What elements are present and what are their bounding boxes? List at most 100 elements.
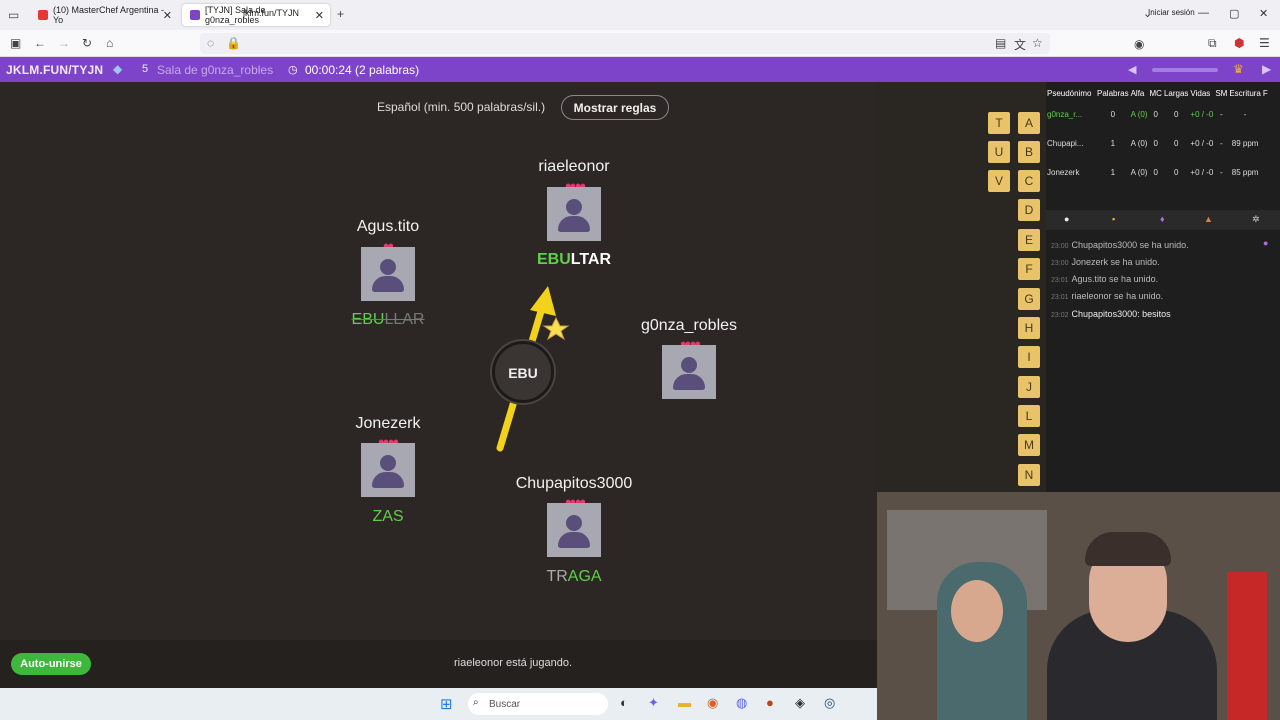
player-word: EBULTAR — [536, 251, 612, 268]
volume-slider[interactable] — [1152, 68, 1218, 72]
room-name: Sala de g0nza_robles — [157, 63, 274, 77]
letter-tile: N — [1018, 464, 1040, 486]
tab-list-icon[interactable]: ▭ — [8, 8, 19, 22]
tab-masterchef[interactable]: (10) MasterChef Argentina - Yo ✕ — [30, 4, 178, 26]
back-icon[interactable]: ← — [34, 36, 46, 50]
chat-message: 23:01 riaeleonor se ha unido. — [1051, 291, 1164, 301]
discord-icon[interactable]: ◍ — [736, 695, 747, 711]
avatar — [547, 187, 601, 241]
navigation-bar: ▣ ← → ↻ ⌂ ◌ 🔒 ▤ 文 ☆ ◉ ⧉ ⬢ ☰ — [0, 30, 1280, 57]
player-name: riaeleonor — [538, 158, 610, 175]
table-cell: A (0) — [1130, 110, 1148, 119]
face-left — [951, 580, 1003, 642]
account-icon[interactable]: ◉ — [1134, 37, 1144, 51]
search-placeholder: Buscar — [489, 699, 521, 710]
letter-tile: U — [988, 141, 1010, 163]
extensions-icon[interactable]: ⧉ — [1208, 36, 1217, 51]
column-header[interactable]: F — [1262, 86, 1269, 100]
close-icon[interactable]: ✕ — [163, 9, 172, 22]
folder-icon[interactable]: ▬ — [678, 695, 691, 710]
show-rules-button[interactable]: Mostrar reglas — [561, 95, 669, 120]
column-header[interactable]: Alfa — [1130, 86, 1149, 100]
maximize-icon[interactable]: ▢ — [1229, 7, 1239, 20]
status-bar — [0, 640, 877, 688]
column-header[interactable]: SM — [1214, 86, 1228, 100]
chat-message: 23:01 Agus.tito se ha unido. — [1051, 274, 1159, 284]
column-header[interactable]: Palabras — [1096, 86, 1130, 100]
reload-icon[interactable]: ↻ — [82, 36, 92, 50]
steam-icon[interactable]: ◎ — [824, 695, 835, 711]
column-header[interactable]: Vidas — [1189, 86, 1214, 100]
signin-button[interactable]: Iniciar sesión — [1148, 8, 1195, 17]
url-text[interactable]: jklm.fun/TYJN — [243, 8, 299, 18]
globe-icon: ◆ — [113, 62, 123, 76]
reader-icon[interactable]: ▤ — [995, 36, 1006, 50]
avatar — [662, 345, 716, 399]
app-icon-circle[interactable]: ◐ — [620, 695, 628, 710]
letter-tile: H — [1018, 317, 1040, 339]
letter-tile: C — [1018, 170, 1040, 192]
letter-tile: T — [988, 112, 1010, 134]
bomb: EBU — [492, 341, 554, 403]
app-icon-dark[interactable]: ◈ — [795, 695, 805, 711]
settings-icon[interactable]: ✲ — [1252, 214, 1260, 225]
avatar — [361, 443, 415, 497]
copilot-icon[interactable]: ✦ — [648, 695, 659, 711]
letter-tile: G — [1018, 288, 1040, 310]
lock-icon[interactable]: 🔒 — [226, 36, 241, 50]
table-cell: +0 / -0 — [1190, 168, 1214, 177]
letter-tile: F — [1018, 258, 1040, 280]
volume-icon[interactable]: ◀ — [1128, 63, 1136, 76]
home-icon[interactable]: ⌂ — [106, 36, 113, 50]
site-title[interactable]: JKLM.FUN/TYJN — [6, 63, 103, 77]
player-count: 5 — [142, 63, 149, 75]
player-name: Chupapitos3000 — [515, 475, 633, 492]
player-stats-table: Pseudónimo Palabras Alfa MC Largas Vidas… — [1046, 86, 1269, 187]
game-header: JKLM.FUN/TYJN ◆ 5 Sala de g0nza_robles ◷… — [0, 57, 1280, 82]
player-word: ZAS — [372, 508, 404, 525]
close-icon[interactable]: ✕ — [315, 9, 324, 22]
close-window-icon[interactable]: ✕ — [1259, 7, 1268, 20]
menu-icon[interactable]: ☰ — [1259, 36, 1270, 50]
crown-icon[interactable]: ♛ — [1233, 62, 1244, 76]
table-cell: 0 — [1173, 139, 1179, 148]
players-icon[interactable]: ▪ — [1112, 214, 1115, 224]
chat-icon[interactable]: ● — [1064, 214, 1069, 224]
firefox-icon[interactable]: ◉ — [707, 695, 718, 711]
address-bar[interactable] — [200, 33, 1050, 54]
windows-start-icon[interactable]: ⊞ — [440, 695, 453, 713]
table-row: Jonezerk 1 A (0) 0 0 +0 / -0 - 85 ppm — [1046, 158, 1269, 187]
minimize-icon[interactable]: — — [1198, 7, 1209, 19]
column-header[interactable]: Pseudónimo — [1046, 86, 1096, 100]
room-icon[interactable]: ▲ — [1204, 214, 1213, 224]
search-icon: ⌕ — [473, 697, 479, 708]
column-header[interactable]: MC — [1148, 86, 1162, 100]
collapse-icon[interactable]: ▶ — [1262, 62, 1271, 76]
letter-tile: V — [988, 170, 1010, 192]
table-cell: A (0) — [1130, 139, 1148, 148]
table-cell: 85 ppm — [1231, 168, 1259, 177]
sidebar-icon[interactable]: ▣ — [10, 36, 21, 50]
column-header[interactable]: Escritura — [1228, 86, 1262, 100]
table-cell: 89 ppm — [1231, 139, 1259, 148]
new-tab-icon[interactable]: + — [337, 7, 344, 21]
scarf — [1227, 572, 1267, 720]
translate-icon[interactable]: 文 — [1014, 36, 1026, 53]
forward-icon[interactable]: → — [58, 36, 70, 50]
player-word: EBULLAR — [351, 311, 425, 328]
emoji-icon[interactable]: ● — [1263, 238, 1268, 248]
column-header[interactable]: Largas — [1163, 86, 1189, 100]
player-name: Jonezerk — [355, 415, 421, 432]
autojoin-button[interactable]: Auto-unirse — [11, 653, 91, 675]
shield-icon[interactable]: ◌ — [207, 36, 214, 50]
letter-tile: M — [1018, 434, 1040, 456]
table-cell: +0 / -0 — [1190, 110, 1214, 119]
letter-tile: B — [1018, 141, 1040, 163]
letter-tile: L — [1018, 405, 1040, 427]
extension-icon[interactable]: ⬢ — [1234, 36, 1244, 50]
player-name: Agus.tito — [356, 218, 420, 235]
bookmark-icon[interactable]: ☆ — [1032, 36, 1043, 50]
youtube-icon — [38, 10, 48, 20]
app-icon-red[interactable]: ● — [766, 695, 774, 710]
stats-icon[interactable]: ♦ — [1160, 214, 1165, 224]
